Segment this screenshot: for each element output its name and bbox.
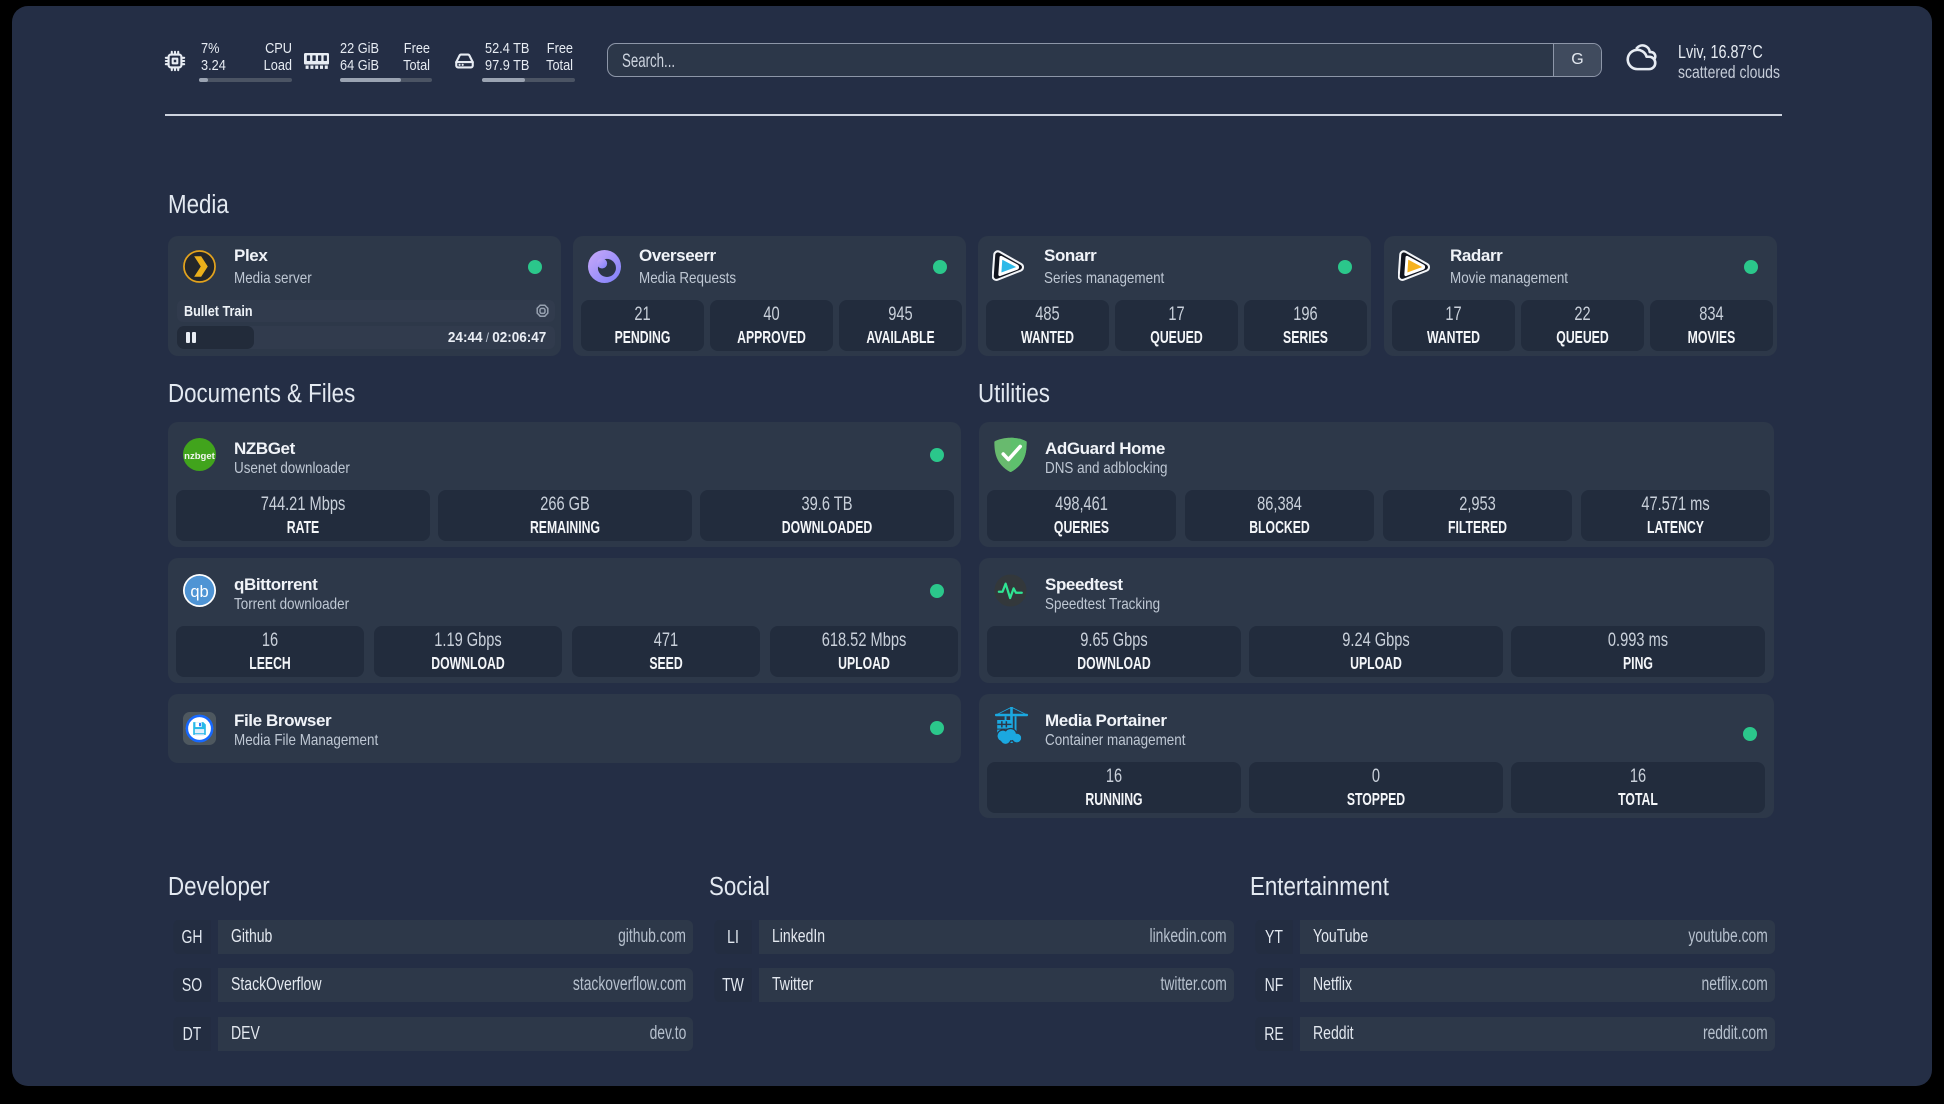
svg-text:qb: qb [190, 582, 208, 601]
svg-text:nzbget: nzbget [184, 451, 215, 462]
